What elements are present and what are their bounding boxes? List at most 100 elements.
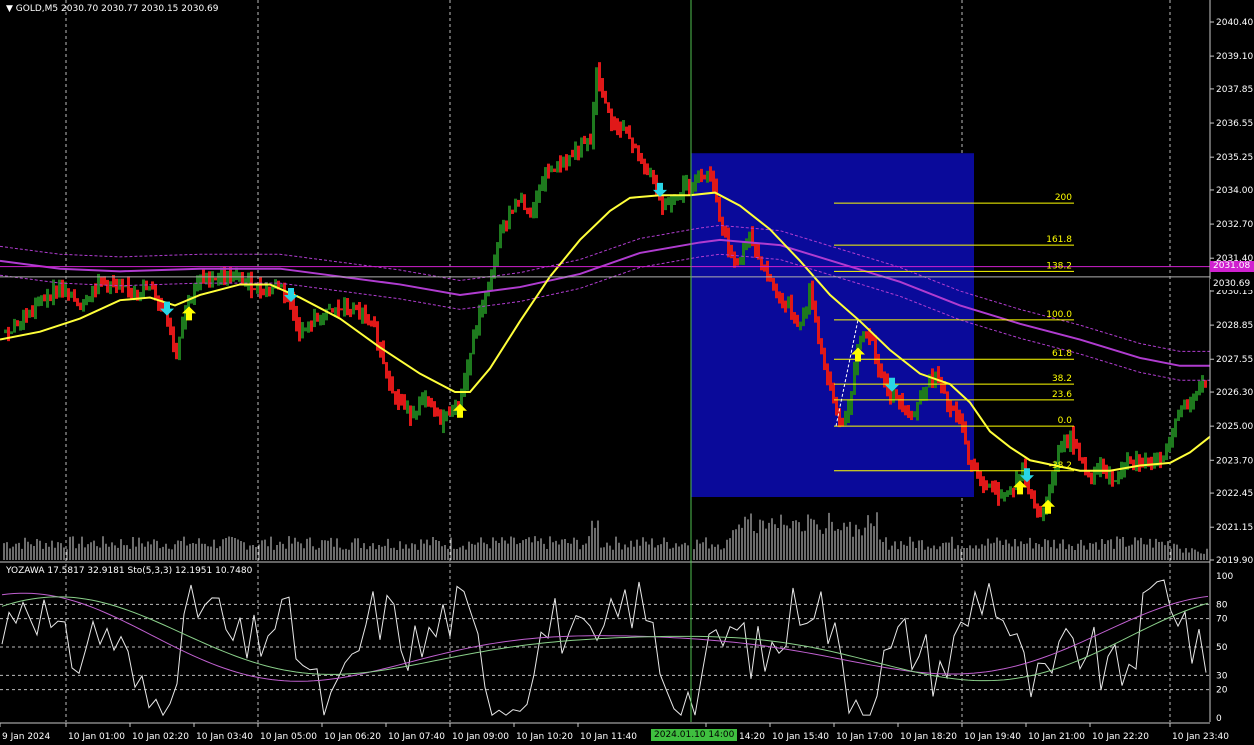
down-bar [724, 225, 727, 238]
up-bar [481, 299, 484, 318]
price-tick-label: 2025.00 [1216, 422, 1253, 432]
up-bar [34, 297, 37, 320]
up-bar [40, 295, 43, 306]
up-bar [211, 271, 214, 288]
up-bar [925, 386, 928, 401]
up-bar [922, 387, 925, 402]
up-bar [1042, 507, 1045, 522]
up-bar [550, 165, 553, 173]
down-bar [31, 305, 34, 318]
price-tick-label: 2035.25 [1216, 153, 1253, 163]
down-bar [604, 90, 607, 104]
main-grid [65, 0, 1171, 722]
price-tick-label: 2037.85 [1216, 85, 1253, 95]
down-bar [907, 404, 910, 418]
down-bar [985, 480, 988, 491]
down-bar [904, 405, 907, 416]
down-bar [55, 285, 58, 299]
down-bar [175, 342, 178, 360]
down-bar [439, 409, 442, 425]
up-bar [580, 137, 583, 158]
down-bar [703, 174, 706, 180]
down-bar [1078, 442, 1081, 461]
down-bar [766, 260, 769, 282]
up-bar [37, 296, 40, 307]
price-tick-label: 2039.10 [1216, 52, 1253, 62]
up-bar [508, 205, 511, 230]
up-bar [412, 405, 415, 419]
down-bar [202, 268, 205, 284]
down-bar [448, 406, 451, 416]
up-bar [484, 291, 487, 314]
up-bar [421, 392, 424, 406]
down-bar [613, 116, 616, 131]
menu-triangle-icon[interactable]: ▼ [6, 4, 13, 14]
time-tick-label: 10 Jan 09:00 [452, 732, 509, 742]
time-tick-label: 10 Jan 01:00 [68, 732, 125, 742]
down-bar [214, 277, 217, 281]
price-tick-label: 2036.55 [1216, 119, 1253, 129]
stochastic-fast-line [1, 579, 1207, 717]
down-bar [394, 391, 397, 405]
fibonacci-box[interactable] [691, 153, 974, 498]
down-bar [1012, 487, 1015, 498]
down-bar [79, 302, 82, 311]
up-bar [745, 238, 748, 251]
down-bar [1084, 456, 1087, 476]
down-bar [796, 314, 799, 327]
fib-level-label: 100.0 [1046, 310, 1072, 320]
down-bar [970, 459, 973, 472]
down-bar [547, 163, 550, 179]
down-bar [817, 316, 820, 345]
up-bar [1174, 418, 1177, 438]
down-bar [1138, 454, 1141, 472]
up-bar [1180, 405, 1183, 418]
up-bar [442, 409, 445, 434]
down-bar [208, 271, 211, 288]
down-bar [820, 338, 823, 355]
up-bar [193, 283, 196, 306]
down-bar [979, 470, 982, 487]
down-bar [793, 312, 796, 324]
up-bar [178, 336, 181, 361]
up-bar [1108, 466, 1111, 485]
down-bar [1111, 469, 1114, 487]
up-bar [556, 161, 559, 173]
up-bar [118, 278, 121, 290]
down-bar [814, 300, 817, 323]
up-bar [697, 170, 700, 183]
down-bar [829, 371, 832, 391]
down-bar [382, 340, 385, 365]
down-bar [634, 143, 637, 149]
down-bar [565, 154, 568, 171]
down-bar [865, 331, 868, 339]
down-bar [403, 394, 406, 410]
down-bar [559, 155, 562, 173]
up-bar [502, 219, 505, 234]
up-bar [694, 174, 697, 192]
down-bar [409, 405, 412, 426]
trading-chart[interactable]: 200161.8138.2100.061.838.223.60.0-38.2 2… [0, 0, 1254, 745]
down-bar [769, 273, 772, 282]
up-bar [142, 279, 145, 298]
down-bar [1033, 490, 1036, 509]
down-bar [1072, 426, 1075, 455]
down-bar [727, 227, 730, 258]
down-bar [391, 376, 394, 394]
up-bar [247, 272, 250, 291]
up-bar [280, 283, 283, 288]
up-bar [4, 329, 7, 334]
up-bar [1123, 462, 1126, 478]
up-bar [862, 331, 865, 343]
up-bar [742, 242, 745, 266]
up-bar [445, 411, 448, 422]
up-bar [313, 308, 316, 328]
down-bar [151, 281, 154, 290]
price-tick-label: 2032.70 [1216, 220, 1253, 230]
up-bar [706, 170, 709, 183]
down-bar [157, 295, 160, 311]
up-bar [916, 401, 919, 421]
time-tick-label: 10 Jan 15:40 [772, 732, 829, 742]
down-bar [964, 421, 967, 445]
up-bar [1006, 490, 1009, 497]
